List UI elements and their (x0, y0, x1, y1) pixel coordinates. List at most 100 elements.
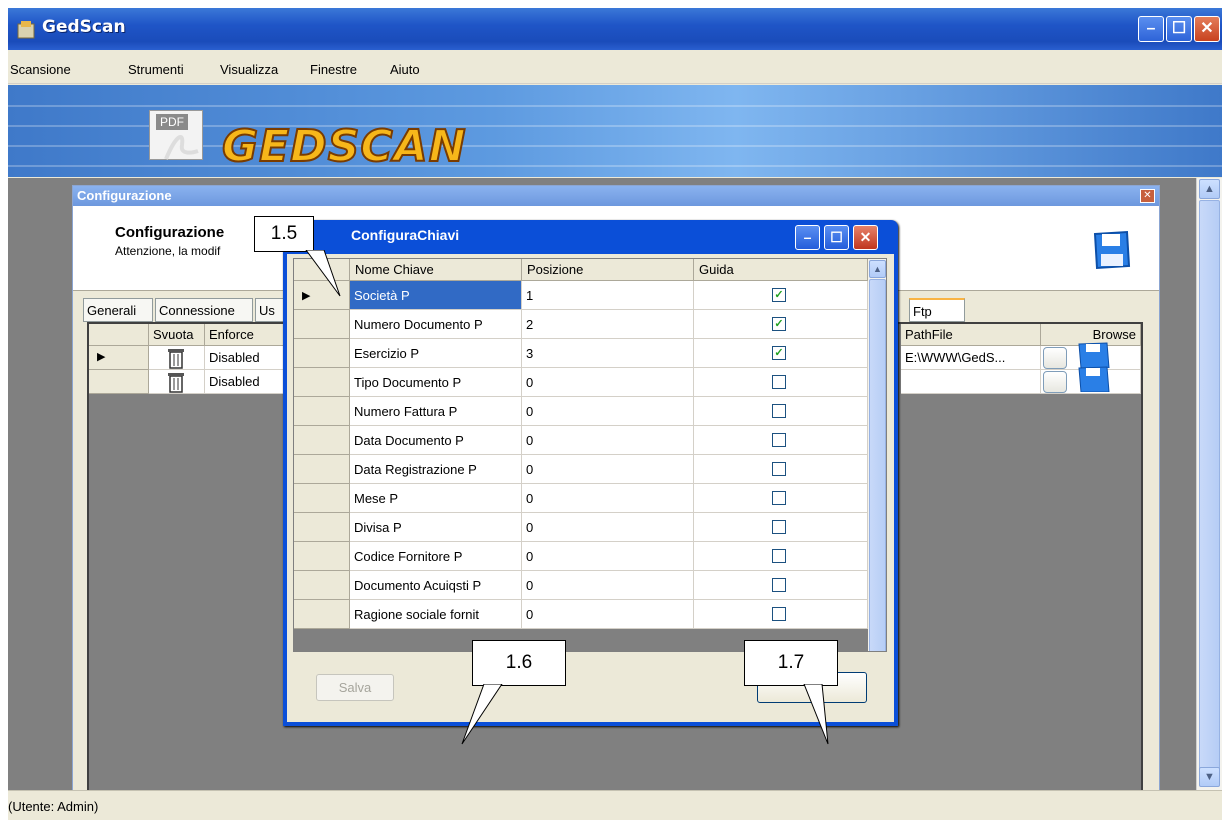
posizione-cell[interactable]: 0 (522, 542, 694, 571)
posizione-cell[interactable]: 0 (522, 397, 694, 426)
posizione-cell[interactable]: 0 (522, 600, 694, 629)
dialog-minimize-button[interactable]: – (795, 225, 820, 250)
callout-pointer (461, 684, 503, 745)
scroll-up-icon[interactable]: ▲ (1199, 179, 1220, 199)
posizione-cell[interactable]: 0 (522, 513, 694, 542)
guida-cell (694, 542, 868, 571)
guida-cell: ✓ (694, 310, 868, 339)
guida-checkbox[interactable] (772, 433, 786, 447)
posizione-cell[interactable]: 0 (522, 426, 694, 455)
menu-finestre[interactable]: Finestre (310, 62, 357, 77)
dialog-maximize-button[interactable]: ☐ (824, 225, 849, 250)
row-button[interactable] (1043, 371, 1067, 393)
tab-connessione[interactable]: Connessione (155, 298, 253, 322)
row-header[interactable] (294, 426, 350, 455)
title-bar[interactable]: GedScan – ☐ ✕ (8, 8, 1222, 50)
row-header[interactable] (294, 310, 350, 339)
nome-chiave-cell[interactable]: Numero Documento P (350, 310, 522, 339)
callout-1-7: 1.7 (744, 640, 838, 686)
workspace-scrollbar[interactable]: ▲ ▼ (1196, 178, 1222, 790)
dialog-close-button[interactable]: ✕ (853, 225, 878, 250)
guida-checkbox[interactable] (772, 578, 786, 592)
nome-chiave-cell[interactable]: Mese P (350, 484, 522, 513)
scroll-down-icon[interactable]: ▼ (1199, 767, 1220, 787)
guida-checkbox[interactable] (772, 491, 786, 505)
guida-cell: ✓ (694, 281, 868, 310)
row-button[interactable] (1043, 347, 1067, 369)
menu-scansione[interactable]: Scansione (10, 62, 71, 77)
nome-chiave-cell[interactable]: Esercizio P (350, 339, 522, 368)
guida-checkbox[interactable] (772, 549, 786, 563)
posizione-cell[interactable]: 0 (522, 455, 694, 484)
salva-button[interactable]: Salva (316, 674, 394, 701)
posizione-cell[interactable]: 1 (522, 281, 694, 310)
guida-checkbox[interactable] (772, 607, 786, 621)
nome-chiave-cell[interactable]: Ragione sociale fornit (350, 600, 522, 629)
maximize-button[interactable]: ☐ (1166, 16, 1192, 42)
guida-checkbox[interactable] (772, 375, 786, 389)
guida-cell (694, 397, 868, 426)
menu-aiuto[interactable]: Aiuto (390, 62, 420, 77)
dialog-title: ConfiguraChiavi (351, 227, 460, 243)
posizione-cell[interactable]: 0 (522, 484, 694, 513)
guida-checkbox[interactable] (772, 520, 786, 534)
row-header[interactable]: ▶ (89, 346, 149, 370)
save-disk-icon[interactable] (1075, 366, 1111, 392)
pathfile-cell[interactable] (901, 370, 1041, 394)
posizione-cell[interactable]: 0 (522, 368, 694, 397)
scroll-up-icon[interactable]: ▲ (869, 260, 886, 278)
pathfile-cell[interactable]: E:\WWW\GedS... (901, 346, 1041, 370)
enforce-cell[interactable]: Disabled (205, 370, 285, 394)
tab-generali[interactable]: Generali (83, 298, 153, 322)
nome-chiave-cell[interactable]: Codice Fornitore P (350, 542, 522, 571)
save-disk-icon[interactable] (1075, 342, 1111, 368)
nome-chiave-cell[interactable]: Data Documento P (350, 426, 522, 455)
guida-checkbox[interactable]: ✓ (772, 317, 786, 331)
menu-visualizza[interactable]: Visualizza (220, 62, 278, 77)
scroll-thumb[interactable] (1199, 200, 1220, 780)
guida-checkbox[interactable] (772, 404, 786, 418)
row-header[interactable] (294, 339, 350, 368)
nome-chiave-cell[interactable]: Società P (350, 281, 522, 310)
nome-chiave-cell[interactable]: Data Registrazione P (350, 455, 522, 484)
enforce-cell[interactable]: Disabled (205, 346, 285, 370)
row-header[interactable] (294, 513, 350, 542)
row-header[interactable] (294, 368, 350, 397)
dialog-scrollbar[interactable]: ▲ (868, 259, 886, 651)
guida-checkbox[interactable]: ✓ (772, 288, 786, 302)
row-header[interactable] (294, 397, 350, 426)
scroll-thumb[interactable] (869, 279, 886, 651)
guida-checkbox[interactable]: ✓ (772, 346, 786, 360)
trash-icon[interactable] (167, 347, 185, 369)
minimize-button[interactable]: – (1138, 16, 1164, 42)
svuota-cell[interactable] (149, 370, 205, 394)
svuota-cell[interactable] (149, 346, 205, 370)
row-header[interactable] (294, 542, 350, 571)
save-disk-icon[interactable] (1089, 228, 1133, 272)
guida-cell (694, 368, 868, 397)
row-header[interactable] (294, 455, 350, 484)
row-header[interactable] (294, 600, 350, 629)
config-close-button[interactable]: ✕ (1140, 189, 1155, 203)
guida-cell (694, 513, 868, 542)
nome-chiave-cell[interactable]: Numero Fattura P (350, 397, 522, 426)
posizione-cell[interactable]: 3 (522, 339, 694, 368)
tab-us[interactable]: Us (255, 298, 285, 322)
posizione-cell[interactable]: 0 (522, 571, 694, 600)
callout-pointer (803, 684, 829, 745)
guida-checkbox[interactable] (772, 462, 786, 476)
row-header[interactable] (294, 571, 350, 600)
row-header[interactable] (294, 484, 350, 513)
nome-chiave-cell[interactable]: Documento Acuiqsti P (350, 571, 522, 600)
tab-ftp[interactable]: Ftp (909, 298, 965, 322)
trash-icon[interactable] (167, 371, 185, 393)
posizione-cell[interactable]: 2 (522, 310, 694, 339)
close-button[interactable]: ✕ (1194, 16, 1220, 42)
nome-chiave-cell[interactable]: Divisa P (350, 513, 522, 542)
row-header[interactable] (89, 370, 149, 394)
guida-cell (694, 600, 868, 629)
menu-strumenti[interactable]: Strumenti (128, 62, 184, 77)
col-svuota: Svuota (149, 324, 205, 346)
nome-chiave-cell[interactable]: Tipo Documento P (350, 368, 522, 397)
guida-cell (694, 484, 868, 513)
